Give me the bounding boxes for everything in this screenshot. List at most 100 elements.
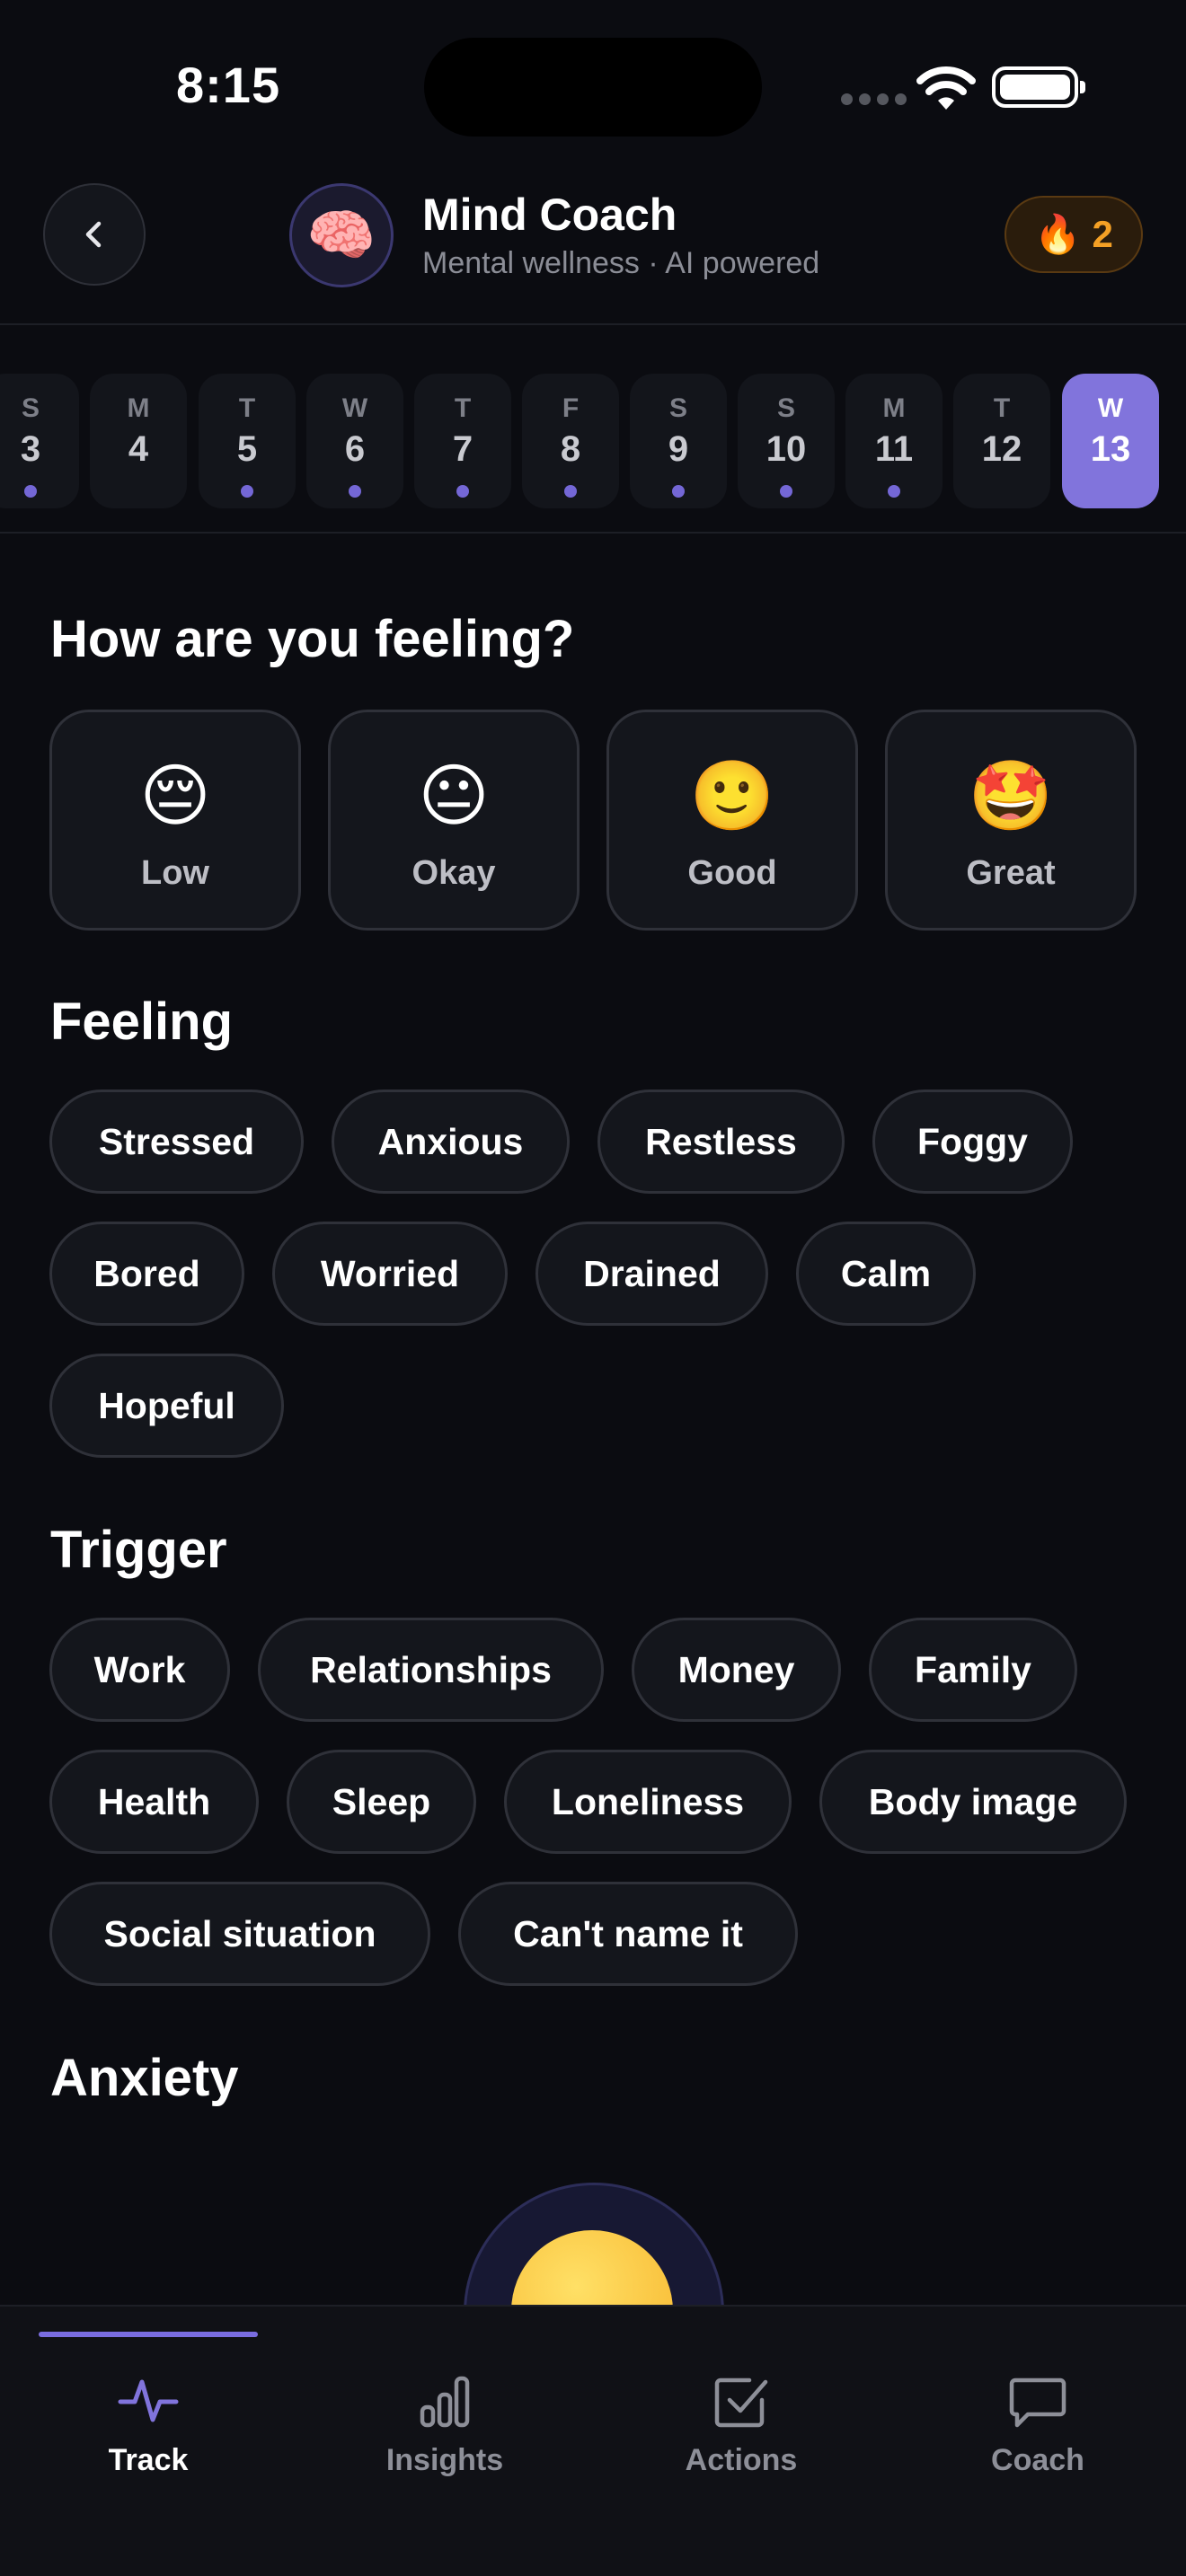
tab-label: Track [108, 2443, 189, 2477]
tab-label: Insights [385, 2443, 504, 2477]
entry-dot [349, 485, 361, 498]
status-bar: 8:15 [0, 0, 1186, 171]
status-time: 8:15 [176, 57, 281, 113]
trigger-chip-relationships[interactable]: Relationships [258, 1618, 604, 1722]
day-of-week: M [127, 393, 150, 423]
tab-actions[interactable]: Actions [593, 2307, 890, 2486]
trigger-chip-body-image[interactable]: Body image [819, 1750, 1127, 1854]
feeling-chip-worried[interactable]: Worried [272, 1222, 508, 1326]
date-strip: S3 M4 T5 W6 T7 F8 S9 S 10 M 11 T 12 W 13 [0, 327, 1186, 534]
day-number: 10 [766, 429, 807, 469]
day-number: 4 [128, 429, 149, 469]
entry-dot [672, 485, 685, 498]
mood-section-title: How are you feeling? [50, 610, 575, 668]
day-number: 8 [560, 429, 581, 469]
day-number: 5 [236, 429, 258, 469]
feeling-chip-calm[interactable]: Calm [796, 1222, 976, 1326]
tab-track[interactable]: Track [0, 2307, 296, 2486]
day-number: 12 [981, 429, 1022, 469]
day-of-week: T [238, 393, 256, 423]
streak-count: 2 [1092, 213, 1113, 255]
mood-label: Low [141, 854, 209, 892]
feeling-chip-hopeful[interactable]: Hopeful [49, 1354, 284, 1458]
day-6[interactable]: W6 [306, 374, 403, 508]
activity-pulse-icon [117, 2369, 180, 2432]
entry-dot [24, 485, 37, 498]
tab-label: Actions [685, 2443, 798, 2477]
mood-option-good[interactable]: 🙂 Good [606, 710, 858, 931]
page-title: Mind Coach [422, 190, 677, 240]
trigger-chip-cant-name-it[interactable]: Can't name it [458, 1882, 798, 1986]
day-8[interactable]: F8 [522, 374, 619, 508]
star-struck-face-icon: 🤩 [968, 758, 1054, 834]
feeling-chip-restless[interactable]: Restless [597, 1090, 845, 1194]
trigger-chip-money[interactable]: Money [632, 1618, 841, 1722]
trigger-chip-health[interactable]: Health [49, 1750, 259, 1854]
day-5[interactable]: T5 [199, 374, 296, 508]
day-number: 13 [1090, 429, 1131, 469]
feeling-section-title: Feeling [50, 992, 234, 1051]
day-number: 9 [668, 429, 689, 469]
trigger-chip-family[interactable]: Family [869, 1618, 1077, 1722]
feeling-chip-drained[interactable]: Drained [535, 1222, 768, 1326]
day-12[interactable]: T 12 [953, 374, 1050, 508]
bar-chart-icon [413, 2369, 476, 2432]
mood-option-great[interactable]: 🤩 Great [885, 710, 1137, 931]
wifi-icon [916, 66, 976, 110]
trigger-chip-sleep[interactable]: Sleep [287, 1750, 476, 1854]
dynamic-island [424, 38, 762, 137]
feeling-chip-foggy[interactable]: Foggy [872, 1090, 1073, 1194]
day-of-week: S [668, 393, 687, 423]
day-13-selected[interactable]: W 13 [1062, 374, 1159, 508]
active-tab-indicator [39, 2332, 258, 2337]
trigger-section-title: Trigger [50, 1521, 227, 1579]
mood-label: Good [687, 854, 777, 892]
chevron-left-icon [85, 221, 102, 248]
day-number: 3 [20, 429, 41, 469]
trigger-chip-social-situation[interactable]: Social situation [49, 1882, 430, 1986]
trigger-chip-work[interactable]: Work [49, 1618, 230, 1722]
trigger-chip-loneliness[interactable]: Loneliness [504, 1750, 792, 1854]
feeling-chip-anxious[interactable]: Anxious [332, 1090, 570, 1194]
app-header: 🧠 Mind Coach Mental wellness · AI powere… [0, 171, 1186, 325]
chat-bubble-icon [1006, 2369, 1069, 2432]
day-9[interactable]: S9 [630, 374, 727, 508]
pensive-face-icon: 😔 [139, 758, 211, 834]
back-button[interactable] [43, 183, 146, 286]
battery-icon [992, 66, 1085, 108]
neutral-face-icon: 😐 [418, 758, 490, 834]
tab-label: Coach [991, 2443, 1084, 2477]
smiling-face-icon: 🙂 [689, 758, 775, 834]
feeling-chip-bored[interactable]: Bored [49, 1222, 244, 1326]
day-of-week: W [341, 393, 368, 423]
day-of-week: S [776, 393, 795, 423]
day-3[interactable]: S3 [0, 374, 79, 508]
day-7[interactable]: T7 [414, 374, 511, 508]
feeling-chip-stressed[interactable]: Stressed [49, 1090, 304, 1194]
day-of-week: W [1097, 393, 1124, 423]
mood-label: Okay [412, 854, 496, 892]
entry-dot [888, 485, 900, 498]
mood-option-low[interactable]: 😔 Low [49, 710, 301, 931]
tab-insights[interactable]: Insights [296, 2307, 593, 2486]
entry-dot [564, 485, 577, 498]
tab-coach[interactable]: Coach [890, 2307, 1186, 2486]
entry-dot [241, 485, 253, 498]
brain-icon: 🧠 [306, 204, 376, 267]
day-of-week: T [454, 393, 472, 423]
tab-bar: Track Insights Actions Coach [0, 2305, 1186, 2576]
day-10[interactable]: S 10 [738, 374, 835, 508]
day-number: 11 [874, 429, 914, 469]
cellular-signal-icon [841, 93, 907, 105]
day-11[interactable]: M 11 [845, 374, 943, 508]
day-of-week: M [882, 393, 906, 423]
checkbox-icon [710, 2369, 773, 2432]
coach-avatar: 🧠 [289, 183, 394, 287]
flame-icon: 🔥 [1034, 212, 1082, 255]
day-4[interactable]: M4 [90, 374, 187, 508]
page-subtitle: Mental wellness · AI powered [422, 246, 820, 280]
mood-option-okay[interactable]: 😐 Okay [328, 710, 580, 931]
streak-badge[interactable]: 🔥 2 [1005, 196, 1143, 273]
day-of-week: F [562, 393, 580, 423]
day-number: 6 [344, 429, 366, 469]
